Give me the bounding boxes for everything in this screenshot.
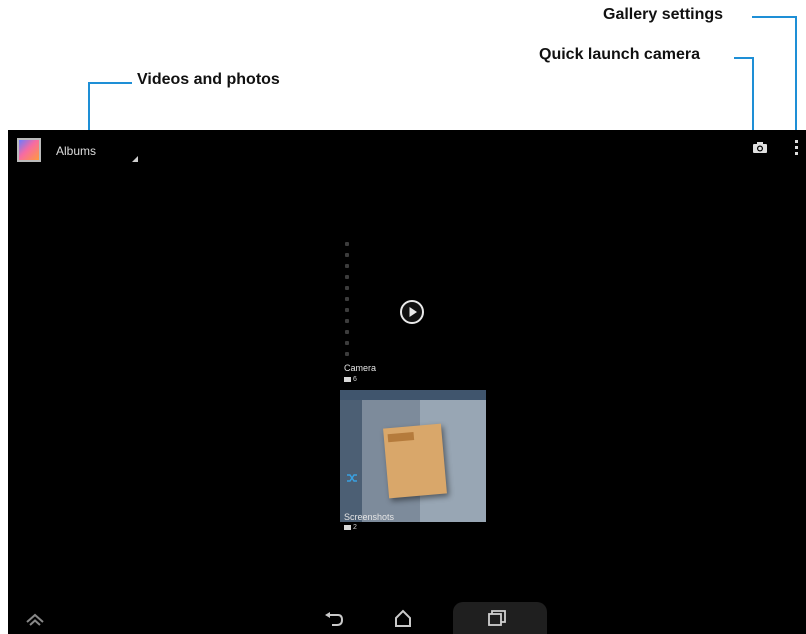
up-arrow-icon[interactable] — [26, 612, 44, 626]
album-count-screenshots: 2 — [344, 524, 357, 531]
gallery-screen: Albums Camera 6 Screenshots 2 — [8, 130, 806, 634]
camera-album-thumbnail[interactable] — [345, 242, 351, 362]
screenshots-album-thumbnail[interactable] — [340, 390, 486, 522]
album-title-screenshots: Screenshots — [344, 512, 395, 522]
album-view-selector[interactable]: Albums — [56, 144, 96, 158]
dropdown-indicator-icon — [132, 156, 138, 162]
callout-quick-launch-camera: Quick launch camera — [539, 46, 700, 63]
callout-line-quick-launch-camera — [734, 57, 754, 59]
callout-line-videos-and-photos-vertical — [88, 82, 90, 132]
thumbnail-topbar — [340, 390, 486, 400]
callout-line-videos-and-photos — [88, 82, 132, 84]
callout-line-quick-launch-camera-vertical — [752, 57, 754, 133]
callout-line-gallery-settings — [752, 16, 797, 18]
play-icon[interactable] — [400, 300, 424, 324]
album-title-camera: Camera — [344, 363, 377, 373]
gallery-icon[interactable] — [17, 138, 41, 162]
thumbnail-left-pane — [340, 400, 362, 522]
camera-folder-icon — [344, 376, 351, 382]
home-icon[interactable] — [394, 609, 412, 627]
callout-gallery-settings: Gallery settings — [603, 6, 724, 23]
shuffle-icon — [347, 474, 357, 482]
system-nav-bar — [8, 602, 806, 634]
recent-apps-icon[interactable] — [488, 610, 506, 626]
folder-icon — [344, 524, 351, 530]
camera-icon[interactable] — [752, 141, 768, 154]
overflow-menu-icon[interactable] — [795, 140, 799, 156]
album-count-camera: 6 — [344, 376, 357, 383]
callout-videos-and-photos: Videos and photos — [137, 71, 280, 88]
back-icon[interactable] — [324, 612, 344, 626]
thumbnail-card — [383, 423, 447, 499]
callout-line-gallery-settings-vertical — [795, 16, 797, 133]
